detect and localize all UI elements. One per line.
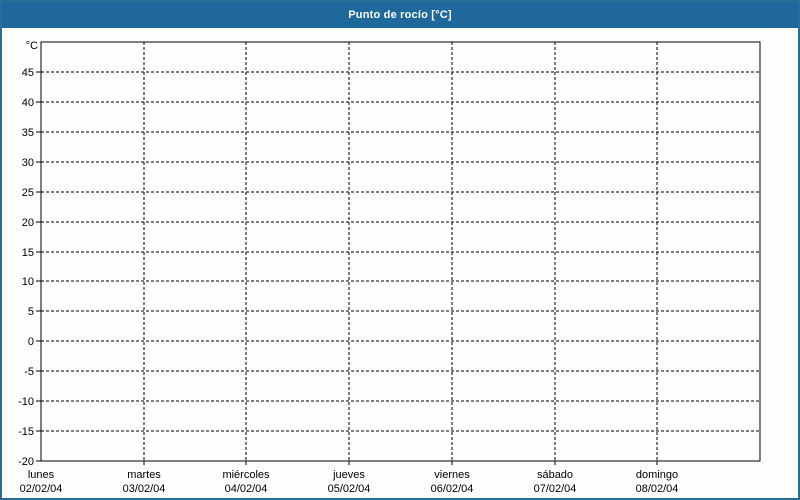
y-tick-label: -5: [24, 366, 34, 378]
x-date-label: 04/02/04: [225, 483, 268, 495]
x-day-label: sábado: [537, 469, 573, 481]
x-day-label: lunes: [28, 469, 55, 481]
x-date-label: 05/02/04: [328, 483, 371, 495]
y-tick-label: -15: [18, 426, 34, 438]
chart-title-bar: Punto de rocío [°C]: [2, 2, 798, 28]
chart-title: Punto de rocío [°C]: [348, 9, 452, 21]
y-tick-label: -10: [18, 396, 34, 408]
x-day-label: domingo: [636, 469, 678, 481]
x-day-label: jueves: [332, 469, 365, 481]
y-axis-unit-label: °C: [26, 40, 38, 52]
y-tick-label: 25: [22, 187, 34, 199]
y-tick-label: 20: [22, 217, 34, 229]
x-date-label: 03/02/04: [123, 483, 166, 495]
x-day-label: miércoles: [222, 469, 270, 481]
y-tick-label: 30: [22, 157, 34, 169]
chart-body: °C 45 40 35 30 25 20 15 10 5 0 -5 -10 -15 -20 lunes 02/0…: [2, 28, 798, 498]
y-tick-label: 40: [22, 97, 34, 109]
y-tick-label: 45: [22, 67, 34, 79]
x-day-label: viernes: [434, 469, 470, 481]
y-tick-label: 35: [22, 127, 34, 139]
y-tick-label: -20: [18, 456, 34, 468]
y-tick-label: 10: [22, 276, 34, 288]
x-day-label: martes: [127, 469, 161, 481]
x-date-label: 07/02/04: [534, 483, 577, 495]
x-date-label: 02/02/04: [20, 483, 63, 495]
y-tick-label: 0: [28, 336, 34, 348]
y-tick-label: 15: [22, 247, 34, 259]
chart-panel: Punto de rocío [°C] °C 45 40 35 30 25 20 15 10 5 0…: [0, 0, 800, 500]
x-date-label: 06/02/04: [431, 483, 474, 495]
chart-canvas: °C 45 40 35 30 25 20 15 10 5 0 -5 -10 -15 -20lunes 02/0…: [18, 40, 761, 495]
x-date-label: 08/02/04: [636, 483, 679, 495]
y-tick-label: 5: [28, 306, 34, 318]
